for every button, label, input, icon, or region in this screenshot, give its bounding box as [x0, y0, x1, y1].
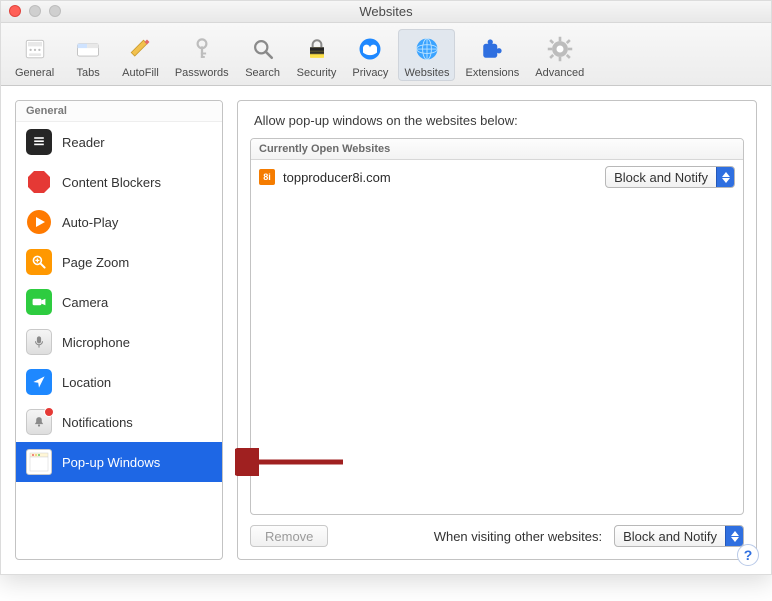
- toolbar-general[interactable]: General: [9, 29, 60, 81]
- close-button[interactable]: [9, 5, 21, 17]
- toolbar-label: Passwords: [175, 67, 229, 79]
- sidebar-item-popup-windows[interactable]: Pop-up Windows: [16, 442, 222, 482]
- toolbar-label: Extensions: [465, 67, 519, 79]
- content-blockers-icon: [26, 169, 52, 195]
- window-title: Websites: [1, 4, 771, 19]
- extensions-icon: [476, 33, 508, 65]
- policy-value: Block and Notify: [606, 170, 716, 185]
- toolbar-tabs[interactable]: Tabs: [64, 29, 112, 81]
- zoom-button[interactable]: [49, 5, 61, 17]
- toolbar-label: Privacy: [352, 67, 388, 79]
- bottom-bar: Remove When visiting other websites: Blo…: [250, 515, 744, 547]
- sidebar-item-content-blockers[interactable]: Content Blockers: [16, 162, 222, 202]
- sidebar-item-microphone[interactable]: Microphone: [16, 322, 222, 362]
- sidebar-item-label: Reader: [62, 135, 105, 150]
- auto-play-icon: [26, 209, 52, 235]
- toolbar-search[interactable]: Search: [239, 29, 287, 81]
- sidebar-item-camera[interactable]: Camera: [16, 282, 222, 322]
- default-policy-select[interactable]: Block and Notify: [614, 525, 744, 547]
- gear-icon: [544, 33, 576, 65]
- sidebar-section-header: General: [16, 101, 222, 122]
- websites-icon: [411, 33, 443, 65]
- minimize-button[interactable]: [29, 5, 41, 17]
- traffic-lights: [9, 5, 61, 17]
- tabs-icon: [72, 33, 104, 65]
- panel-heading: Allow pop-up windows on the websites bel…: [254, 113, 744, 128]
- reader-icon: [26, 129, 52, 155]
- privacy-icon: [354, 33, 386, 65]
- sidebar-item-label: Page Zoom: [62, 255, 129, 270]
- remove-button[interactable]: Remove: [250, 525, 328, 547]
- chevron-updown-icon: [725, 526, 743, 546]
- sidebar-item-label: Camera: [62, 295, 108, 310]
- toolbar-advanced[interactable]: Advanced: [529, 29, 590, 81]
- website-row[interactable]: 8i topproducer8i.com Block and Notify: [251, 160, 743, 194]
- favicon-icon: 8i: [259, 169, 275, 185]
- sidebar-item-label: Microphone: [62, 335, 130, 350]
- general-icon: [19, 33, 51, 65]
- default-policy-value: Block and Notify: [615, 529, 725, 544]
- toolbar-passwords[interactable]: Passwords: [169, 29, 235, 81]
- toolbar-label: Search: [245, 67, 280, 79]
- website-domain: topproducer8i.com: [283, 170, 597, 185]
- sidebar-item-label: Pop-up Windows: [62, 455, 160, 470]
- camera-icon: [26, 289, 52, 315]
- toolbar: General Tabs AutoFill Passwords Search: [1, 23, 771, 86]
- preferences-window: Websites General Tabs AutoFill Passwor: [0, 0, 772, 575]
- security-icon: [301, 33, 333, 65]
- toolbar-extensions[interactable]: Extensions: [459, 29, 525, 81]
- autofill-icon: [124, 33, 156, 65]
- toolbar-security[interactable]: Security: [291, 29, 343, 81]
- help-button[interactable]: ?: [737, 544, 759, 566]
- sidebar-item-location[interactable]: Location: [16, 362, 222, 402]
- content: General Reader Content Blockers Auto-Pla…: [1, 86, 771, 574]
- sidebar-item-reader[interactable]: Reader: [16, 122, 222, 162]
- sidebar-item-label: Notifications: [62, 415, 133, 430]
- sidebar: General Reader Content Blockers Auto-Pla…: [15, 100, 223, 560]
- websites-listbox: Currently Open Websites 8i topproducer8i…: [250, 138, 744, 515]
- notifications-icon: [26, 409, 52, 435]
- badge-icon: [44, 407, 54, 417]
- list-rows: 8i topproducer8i.com Block and Notify: [251, 160, 743, 514]
- settings-panel: Allow pop-up windows on the websites bel…: [237, 100, 757, 560]
- popup-windows-icon: [26, 449, 52, 475]
- sidebar-item-label: Location: [62, 375, 111, 390]
- search-icon: [247, 33, 279, 65]
- location-icon: [26, 369, 52, 395]
- toolbar-autofill[interactable]: AutoFill: [116, 29, 165, 81]
- toolbar-label: Tabs: [77, 67, 100, 79]
- list-header: Currently Open Websites: [251, 139, 743, 160]
- chevron-updown-icon: [716, 167, 734, 187]
- sidebar-item-label: Content Blockers: [62, 175, 161, 190]
- passwords-icon: [186, 33, 218, 65]
- toolbar-label: AutoFill: [122, 67, 159, 79]
- toolbar-label: Websites: [404, 67, 449, 79]
- toolbar-label: Advanced: [535, 67, 584, 79]
- policy-select[interactable]: Block and Notify: [605, 166, 735, 188]
- toolbar-label: Security: [297, 67, 337, 79]
- sidebar-item-label: Auto-Play: [62, 215, 118, 230]
- default-policy-label: When visiting other websites:: [434, 529, 602, 544]
- sidebar-item-page-zoom[interactable]: Page Zoom: [16, 242, 222, 282]
- titlebar: Websites: [1, 1, 771, 23]
- page-zoom-icon: [26, 249, 52, 275]
- toolbar-privacy[interactable]: Privacy: [346, 29, 394, 81]
- sidebar-item-auto-play[interactable]: Auto-Play: [16, 202, 222, 242]
- sidebar-item-notifications[interactable]: Notifications: [16, 402, 222, 442]
- toolbar-label: General: [15, 67, 54, 79]
- toolbar-websites[interactable]: Websites: [398, 29, 455, 81]
- microphone-icon: [26, 329, 52, 355]
